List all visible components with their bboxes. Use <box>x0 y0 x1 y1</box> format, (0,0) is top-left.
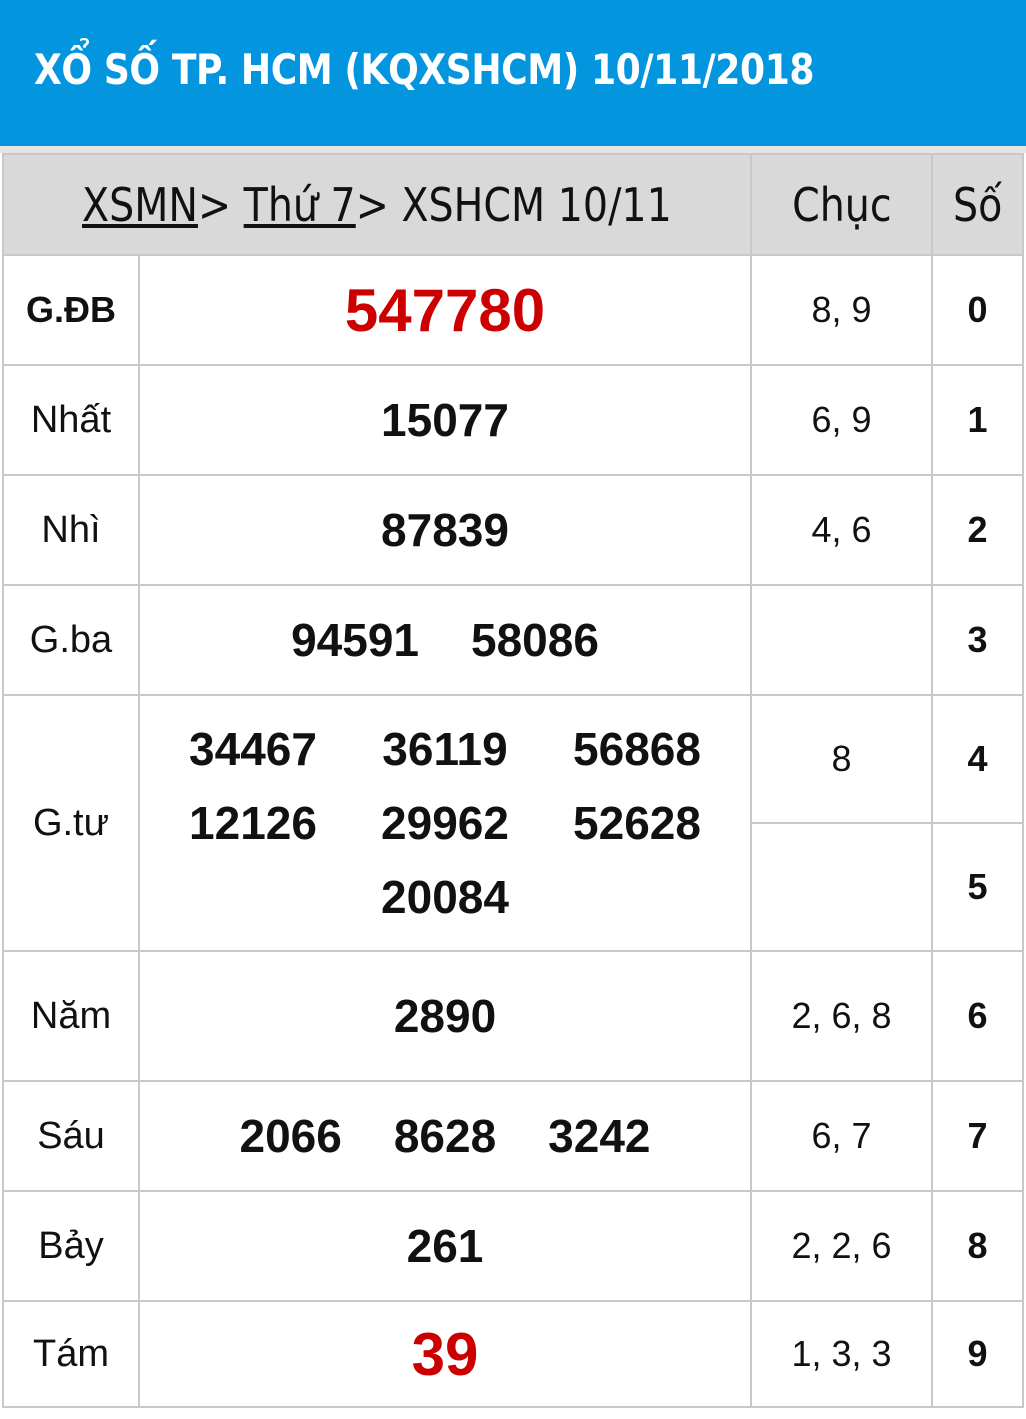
prize-numbers: 39 <box>138 1300 752 1408</box>
table-row: G.tư 34467 36119 56868 12126 29962 52628 200… <box>2 694 1024 952</box>
winning-number: 15077 <box>381 394 509 446</box>
table-row: Sáu 2066 8628 3242 6, 7 7 <box>2 1080 1024 1192</box>
prize-numbers: 15077 <box>138 364 752 476</box>
winning-number: 261 <box>406 1220 484 1272</box>
breadcrumb-current: > XSHCM 10/11 <box>355 177 672 232</box>
prize-numbers: 94591 58086 <box>138 584 752 696</box>
winning-number: 34467 <box>189 723 317 775</box>
loto-chuc: 6, 9 <box>750 364 933 476</box>
prize-label: Sáu <box>2 1080 140 1192</box>
winning-number: 29962 <box>381 797 509 849</box>
table-row: G.ba 94591 58086 3 <box>2 584 1024 696</box>
prize-label: Tám <box>2 1300 140 1408</box>
header-separator <box>0 146 1026 153</box>
prize-label: G.ĐB <box>2 254 140 366</box>
breadcrumb: XSMN> Thứ 7> XSHCM 10/11 <box>2 153 752 256</box>
winning-number: 56868 <box>573 723 701 775</box>
column-header-so: Số <box>931 153 1024 256</box>
loto-chuc: 8, 9 <box>750 254 933 366</box>
winning-number: 547780 <box>344 276 546 344</box>
prize-numbers: 2066 8628 3242 <box>138 1080 752 1192</box>
loto-so: 6 <box>931 950 1024 1082</box>
prize-numbers: 2890 <box>138 950 752 1082</box>
table-row: Tám 39 1, 3, 3 9 <box>2 1300 1024 1408</box>
winning-number: 12126 <box>189 797 317 849</box>
loto-so: 4 <box>931 694 1024 824</box>
winning-number: 2890 <box>393 990 497 1042</box>
table-header-row: XSMN> Thứ 7> XSHCM 10/11 Chục Số <box>2 153 1024 256</box>
winning-number: 20084 <box>381 871 509 923</box>
loto-chuc: 6, 7 <box>750 1080 933 1192</box>
results-table: XSMN> Thứ 7> XSHCM 10/11 Chục Số G.ĐB 54… <box>2 153 1024 1408</box>
loto-so: 0 <box>931 254 1024 366</box>
loto-chuc <box>750 822 933 952</box>
breadcrumb-separator: > <box>198 177 244 232</box>
loto-so: 3 <box>931 584 1024 696</box>
prize-label: Bảy <box>2 1190 140 1302</box>
table-row: Nhất 15077 6, 9 1 <box>2 364 1024 476</box>
loto-so: 8 <box>931 1190 1024 1302</box>
loto-chuc: 2, 6, 8 <box>750 950 933 1082</box>
winning-number: 58086 <box>471 614 599 666</box>
column-header-chuc: Chục <box>750 153 933 256</box>
prize-label: G.ba <box>2 584 140 696</box>
loto-chuc: 4, 6 <box>750 474 933 586</box>
top-bar: XỔ SỐ TP. HCM (KQXSHCM) 10/11/2018 <box>0 0 1026 146</box>
prize-numbers: 261 <box>138 1190 752 1302</box>
page-title: XỔ SỐ TP. HCM (KQXSHCM) 10/11/2018 <box>34 45 815 94</box>
table-row: Bảy 261 2, 2, 6 8 <box>2 1190 1024 1302</box>
winning-number: 8628 <box>393 1110 497 1162</box>
prize-numbers: 547780 <box>138 254 752 366</box>
winning-number: 36119 <box>382 723 508 775</box>
prize-label: G.tư <box>2 694 140 952</box>
breadcrumb-link-thu7[interactable]: Thứ 7 <box>244 178 356 232</box>
loto-so: 5 <box>931 822 1024 952</box>
prize-label: Nhất <box>2 364 140 476</box>
loto-chuc: 8 <box>750 694 933 824</box>
winning-number: 39 <box>411 1320 479 1388</box>
loto-so: 7 <box>931 1080 1024 1192</box>
prize-numbers: 87839 <box>138 474 752 586</box>
breadcrumb-link-xsmn[interactable]: XSMN <box>82 178 198 232</box>
table-row: Nhì 87839 4, 6 2 <box>2 474 1024 586</box>
loto-so: 9 <box>931 1300 1024 1408</box>
loto-so: 2 <box>931 474 1024 586</box>
loto-so: 1 <box>931 364 1024 476</box>
table-row: Năm 2890 2, 6, 8 6 <box>2 950 1024 1082</box>
prize-label: Năm <box>2 950 140 1082</box>
loto-chuc: 1, 3, 3 <box>750 1300 933 1408</box>
prize-numbers: 34467 36119 56868 12126 29962 52628 20084 <box>138 694 752 952</box>
prize-label: Nhì <box>2 474 140 586</box>
table-row: G.ĐB 547780 8, 9 0 <box>2 254 1024 366</box>
winning-number: 87839 <box>381 504 509 556</box>
winning-number: 94591 <box>291 614 419 666</box>
winning-number: 3242 <box>548 1110 651 1162</box>
winning-number: 52628 <box>573 797 701 849</box>
winning-number: 2066 <box>239 1110 342 1162</box>
loto-chuc <box>750 584 933 696</box>
loto-chuc: 2, 2, 6 <box>750 1190 933 1302</box>
